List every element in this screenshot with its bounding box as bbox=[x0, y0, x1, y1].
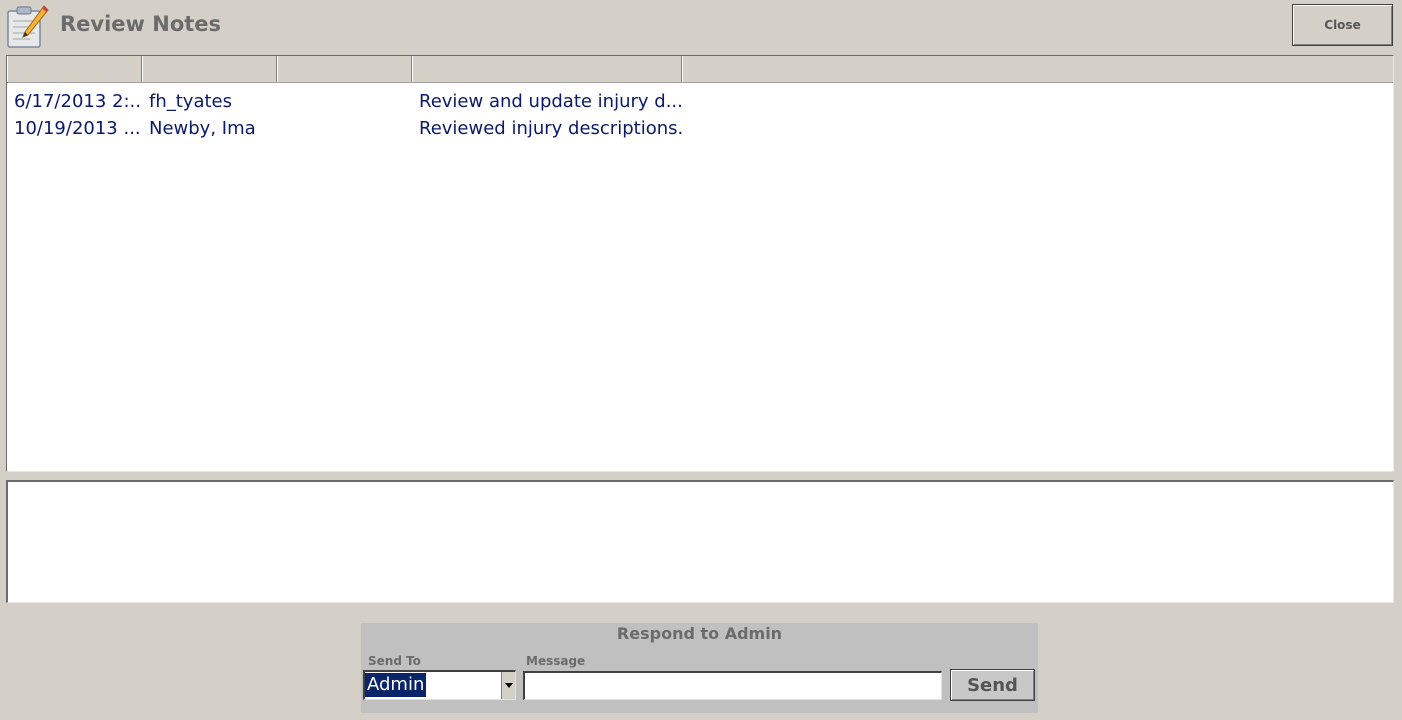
column-header[interactable] bbox=[412, 56, 682, 82]
note-summary-cell: Reviewed injury descriptions... bbox=[419, 118, 682, 139]
send-to-label: Send To bbox=[368, 654, 421, 668]
message-input[interactable] bbox=[523, 671, 942, 700]
table-row[interactable]: 10/19/2013 ... Newby, Ima Reviewed injur… bbox=[7, 115, 1393, 142]
table-row[interactable]: 6/17/2013 2:... fh_tyates Review and upd… bbox=[7, 88, 1393, 115]
send-to-value: Admin bbox=[365, 673, 427, 697]
send-button[interactable]: Send bbox=[950, 669, 1035, 701]
message-label: Message bbox=[526, 654, 586, 668]
respond-title: Respond to Admin bbox=[616, 624, 783, 643]
note-author-cell: Newby, Ima bbox=[149, 118, 256, 139]
column-header[interactable] bbox=[277, 56, 412, 82]
note-summary-cell: Review and update injury d... bbox=[419, 91, 682, 112]
note-author-cell: fh_tyates bbox=[149, 91, 232, 112]
notes-list[interactable]: 6/17/2013 2:... fh_tyates Review and upd… bbox=[6, 55, 1394, 472]
close-button[interactable]: Close bbox=[1292, 4, 1393, 46]
respond-panel: Respond to Admin Send To Message Admin S… bbox=[361, 623, 1038, 713]
note-date-cell: 6/17/2013 2:... bbox=[14, 91, 142, 112]
notepad-pencil-icon bbox=[4, 3, 50, 49]
column-header bbox=[682, 56, 1393, 82]
column-header[interactable] bbox=[142, 56, 277, 82]
notes-list-header bbox=[7, 56, 1393, 83]
chevron-down-icon[interactable] bbox=[501, 672, 515, 699]
column-header[interactable] bbox=[7, 56, 142, 82]
window-title: Review Notes bbox=[60, 12, 222, 36]
note-date-cell: 10/19/2013 ... bbox=[14, 118, 141, 139]
send-to-select[interactable]: Admin bbox=[363, 670, 516, 700]
note-detail-panel[interactable] bbox=[6, 480, 1394, 603]
